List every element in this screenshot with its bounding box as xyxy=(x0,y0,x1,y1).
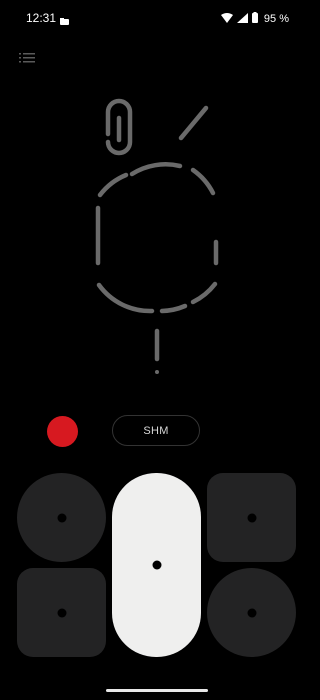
gesture-nav-handle[interactable] xyxy=(106,689,208,692)
glyph-ring-segment xyxy=(190,167,216,196)
glyph-ring-segment xyxy=(190,281,218,305)
status-bar: 12:31 95 % xyxy=(0,0,313,36)
pad-dot xyxy=(247,513,256,522)
pad-bottom-left[interactable] xyxy=(17,568,106,657)
shm-mode-button[interactable]: SHM xyxy=(112,415,200,446)
pad-dot xyxy=(57,513,66,522)
pad-dot xyxy=(152,560,161,570)
pad-center[interactable] xyxy=(112,473,201,657)
glyph-ring-segment xyxy=(96,282,155,314)
status-icons: 95 % xyxy=(220,10,289,28)
list-menu-icon xyxy=(19,53,35,63)
record-button[interactable] xyxy=(47,416,78,447)
battery-percentage: 95 % xyxy=(263,13,289,25)
pad-bottom-right[interactable] xyxy=(207,568,296,657)
pad-dot xyxy=(57,608,66,617)
glyph-ring-segment xyxy=(97,172,129,198)
pad-top-right[interactable] xyxy=(207,473,296,562)
status-time: 12:31 xyxy=(26,11,57,25)
glyph-ring-segment xyxy=(129,162,183,177)
menu-button[interactable] xyxy=(16,48,40,68)
glyph-diagonal-segment xyxy=(178,105,209,141)
glyph-dot xyxy=(155,370,159,374)
pad-dot xyxy=(247,608,256,617)
glyph-illustration xyxy=(0,88,313,388)
battery-icon xyxy=(251,10,258,28)
signal-icon xyxy=(236,10,248,28)
pad-top-left[interactable] xyxy=(17,473,106,562)
glyph-ring-segment xyxy=(159,303,188,314)
notification-icon xyxy=(60,12,69,30)
wifi-icon xyxy=(220,10,233,28)
